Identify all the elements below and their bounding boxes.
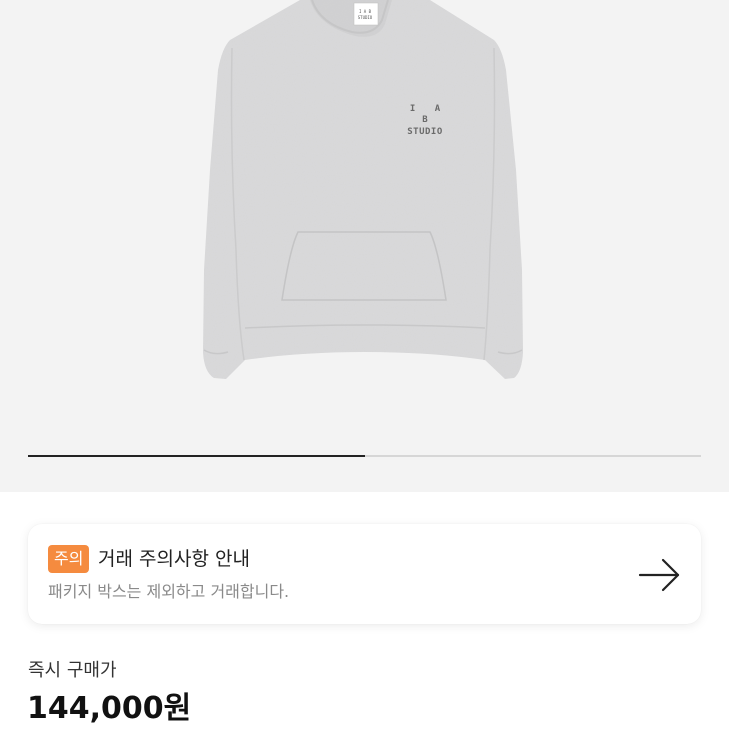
instant-buy-price-value: 144,000원 [27,691,192,726]
hoodie-chest-logo: I A B STUDIO [398,104,452,138]
product-image-area[interactable]: I A B STUDIO I A B STUDIO [0,0,729,492]
arrow-right-icon[interactable] [637,555,683,595]
notice-title: 거래 주의사항 안내 [98,548,250,570]
logo-line-1: I A B [409,104,448,126]
hoodie-product-image [203,0,523,379]
notice-description: 패키지 박스는 제외하고 거래합니다. [48,582,290,601]
instant-buy-price-label: 즉시 구매가 [28,660,117,681]
logo-line-2: STUDIO [407,126,443,137]
hood-label-tag: I A B STUDIO [357,9,373,20]
image-carousel-progress [28,455,701,457]
carousel-progress-fill [28,455,365,457]
trade-notice-card[interactable]: 주의 거래 주의사항 안내 패키지 박스는 제외하고 거래합니다. [28,524,701,624]
caution-badge: 주의 [48,545,90,573]
